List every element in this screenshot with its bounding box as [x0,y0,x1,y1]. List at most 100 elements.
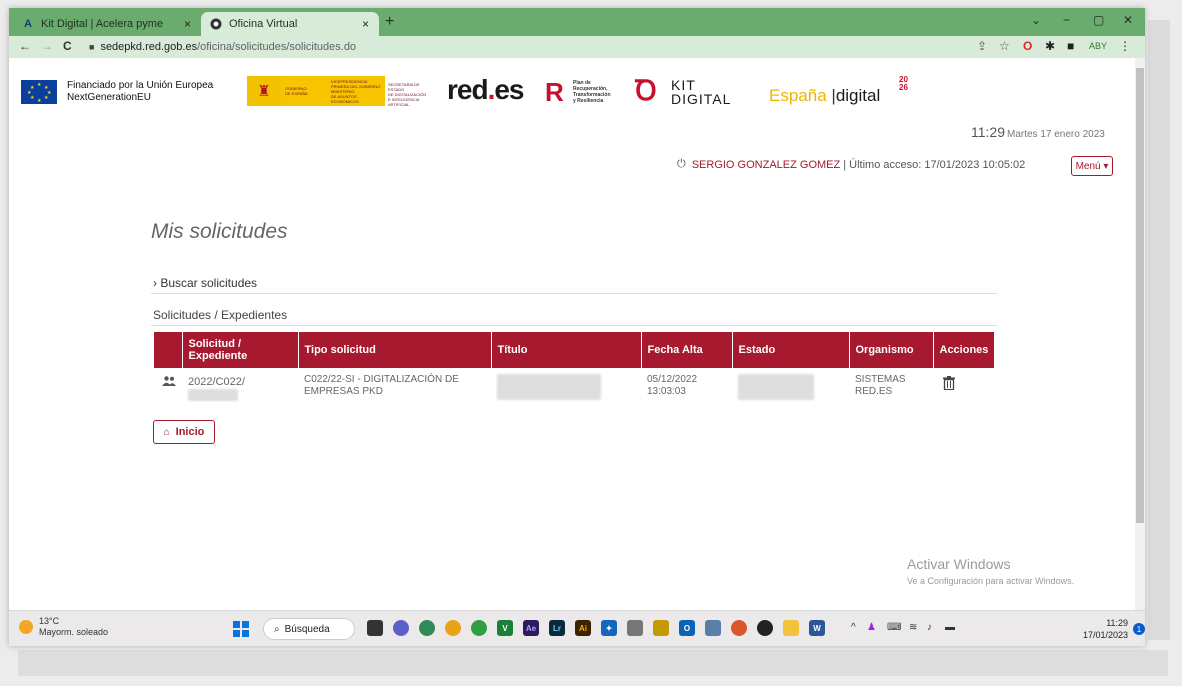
abbyy-extension-icon[interactable]: ABY [1089,41,1107,51]
home-icon: ⌂ [163,426,170,438]
windows-start-icon[interactable] [233,621,249,637]
menu-button[interactable]: Menú ▾ [1071,156,1113,176]
table-row: 2022/C022/ C022/22-SI - DIGITALIZACIÓN D… [154,368,994,410]
tab-close-icon[interactable]: × [184,17,191,31]
taskbar-clock[interactable]: 11:29 17/01/2023 [1083,617,1128,641]
new-tab-button[interactable]: + [385,13,394,31]
bookmark-star-icon[interactable]: ☆ [999,39,1010,53]
close-window-button[interactable]: ✕ [1123,13,1133,27]
photos-icon[interactable] [653,620,669,636]
redacted-text [188,389,238,401]
background-shadow-right [1148,20,1170,640]
share-icon[interactable]: ⇪ [977,39,987,53]
extensions-puzzle-icon[interactable]: ✱ [1045,39,1055,53]
column-header-titulo: Título [491,332,642,368]
wifi-icon[interactable]: ≋ [909,622,917,633]
github-icon[interactable] [757,620,773,636]
teams-chat-icon[interactable] [393,620,409,636]
weather-widget[interactable]: 13°C Mayorm. soleado [19,616,108,638]
chrome-canary-icon[interactable] [445,620,461,636]
opera-extension-icon[interactable]: O [1023,39,1032,53]
cell-expediente[interactable]: 2022/C022/ [182,368,298,410]
sun-icon [19,620,33,634]
lock-icon: ■ [89,42,95,52]
maximize-button[interactable]: ▢ [1093,13,1104,27]
after-effects-icon[interactable]: Ae [523,620,539,636]
windows-activation-watermark: Activar Windows Ve a Configuración para … [907,556,1075,586]
keyboard-icon[interactable]: ⌨ [887,622,901,633]
user-name-link[interactable]: SERGIO GONZALEZ GOMEZ [692,159,841,171]
notes-icon[interactable] [705,620,721,636]
table-header-row: Solicitud / Expediente Tipo solicitud Tí… [154,332,995,368]
volume-icon[interactable]: ♪ [927,622,932,633]
user-session-line: ⏻ SERGIO GONZALEZ GOMEZ | Último acceso:… [677,158,1025,171]
tab-search-icon[interactable]: ⌄ [1031,13,1041,27]
column-header-fecha: Fecha Alta [641,332,733,368]
prtr-logo-text: Plan de Recuperación, Transformación y R… [573,80,611,104]
illustrator-icon[interactable]: Ai [575,620,591,636]
tab-label: Kit Digital | Acelera pyme [41,18,164,30]
dropbox-icon[interactable]: ✦ [601,620,617,636]
requests-table: Solicitud / Expediente Tipo solicitud Tí… [154,332,995,410]
tab-kit-digital[interactable]: A Kit Digital | Acelera pyme × [13,12,201,36]
divider [151,293,997,294]
last-access-text: | Último acceso: 17/01/2023 10:05:02 [843,158,1026,171]
lightroom-icon[interactable]: Lr [549,620,565,636]
divider [151,325,997,326]
prtr-logo-icon: R [545,77,564,107]
column-header-solicitud: Solicitud / Expediente [182,332,299,368]
search-requests-toggle[interactable]: › Buscar solicitudes [153,276,257,290]
screen-frame: A Kit Digital | Acelera pyme × Oficina V… [9,8,1145,646]
minimize-button[interactable]: − [1063,13,1070,27]
notification-badge[interactable]: 1 [1133,623,1145,635]
chrome-menu-icon[interactable]: ⋮ [1119,39,1131,53]
redacted-text [738,374,814,400]
tab-oficina-virtual[interactable]: Oficina Virtual × [201,12,379,36]
red-es-logo: red.es [447,74,525,105]
people-icon[interactable] [419,620,435,636]
vectorworks-icon[interactable]: V [497,620,513,636]
page-title: Mis solicitudes [151,220,288,243]
reload-button[interactable]: C [63,39,72,53]
battery-icon[interactable]: ▬ [945,622,955,633]
url-path: /oficina/solicitudes/solicitudes.do [197,41,357,53]
redacted-text [497,374,601,400]
page-clock: 11:29 Martes 17 enero 2023 [971,124,1105,140]
taskbar-search-box[interactable]: ⌕ Búsqueda [263,618,355,640]
back-button[interactable]: ← [19,39,31,53]
users-icon [154,368,182,410]
eu-flag-icon: ★ ★ ★ ★ ★ ★ ★ ★ [21,80,57,104]
page-content: ★ ★ ★ ★ ★ ★ ★ ★ Financiado por la Unión Europea… [9,58,1135,610]
task-view-icon[interactable] [367,620,383,636]
file-explorer-icon[interactable] [783,620,799,636]
espana-digital-logo: España |digital 20 26 [769,75,908,106]
delete-action-icon[interactable] [933,368,994,410]
cell-fecha: 05/12/2022 13:03:03 [647,374,698,397]
word-icon[interactable]: W [809,620,825,636]
browser-app-icon[interactable] [731,620,747,636]
url-host: sedepkd.red.gob.es [100,41,198,53]
address-bar[interactable]: ■ sedepkd.red.gob.es/oficina/solicitudes… [89,38,969,56]
tray-overflow-icon[interactable]: ^ [851,622,856,633]
logo-header: ★ ★ ★ ★ ★ ★ ★ ★ Financiado por la Unión Europea… [9,58,1135,118]
eu-funding-text: Financiado por la Unión Europea NextGene… [67,80,214,103]
column-header-acciones: Acciones [933,332,995,368]
outlook-icon[interactable]: O [679,620,695,636]
scrollbar-thumb[interactable] [1136,68,1144,523]
forward-button[interactable]: → [41,39,53,53]
column-header-icon [154,332,183,368]
browser-tab-bar: A Kit Digital | Acelera pyme × Oficina V… [9,8,1145,36]
page-scrollbar[interactable] [1135,58,1145,610]
inicio-button[interactable]: ⌂ Inicio [153,420,215,444]
tab-label: Oficina Virtual [229,18,298,30]
power-icon[interactable]: ⏻ [677,158,686,171]
tray-app-icon[interactable]: ♟ [867,622,876,633]
background-shadow-bottom [18,650,1168,676]
sidepanel-icon[interactable]: ■ [1067,39,1074,53]
cell-estado [732,368,849,410]
tab-close-icon[interactable]: × [362,17,369,31]
kit-digital-favicon-icon: A [24,18,32,30]
chrome-profile-icon[interactable] [471,620,487,636]
wifi-app-icon[interactable] [627,620,643,636]
spain-crest-icon: ♜ [247,76,281,106]
